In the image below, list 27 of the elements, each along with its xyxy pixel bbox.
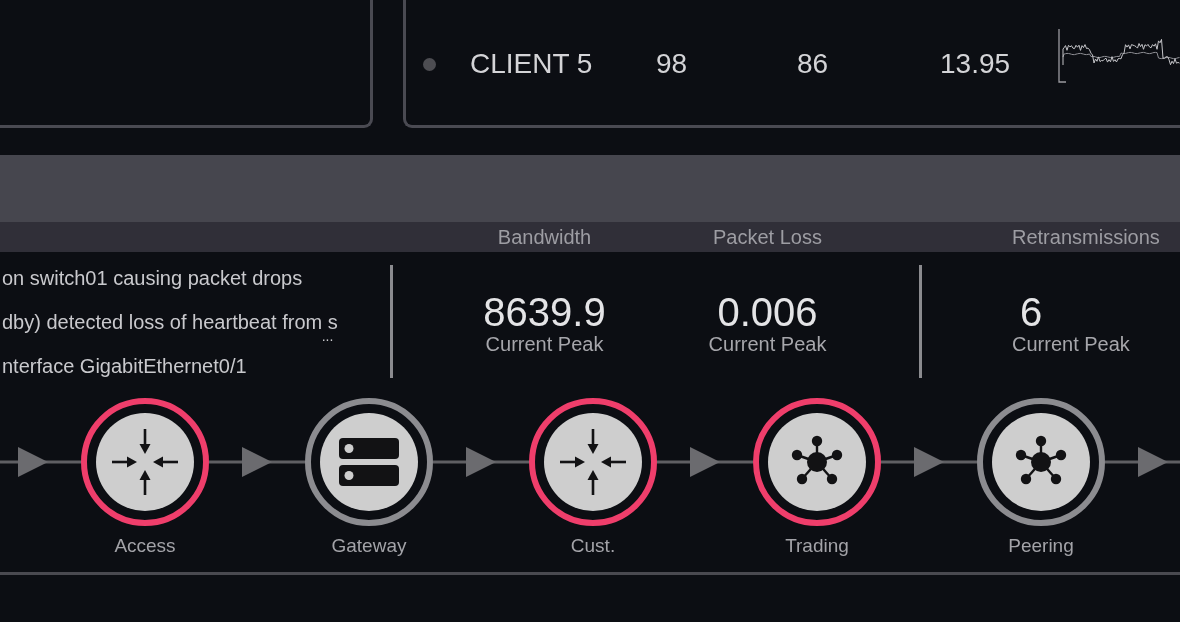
hub-icon [1015,435,1067,485]
client-value: 98 [656,48,689,80]
client-value: 86 [797,48,830,80]
metric-value: 8639.9 [483,291,606,333]
client-name: CLIENT 5 [470,48,594,80]
metric-caption: Current Peak [485,333,604,355]
event-message: nterface GigabitEthernet0/1 [2,355,247,377]
column-heading: Retransmissions [1012,225,1160,250]
node-label: Trading [785,535,849,557]
column-heading: Bandwidth [497,225,592,250]
event-message: dby) detected loss of heartbeat from s [2,311,338,333]
client-value: 13.95 [940,48,1012,80]
hub-icon [791,435,843,485]
metric-caption: Current Peak [708,333,827,355]
more-ellipsis[interactable]: ... [321,332,334,340]
inward-arrows-icon [112,429,178,495]
metric-value: 0.006 [717,291,818,333]
node-label: Gateway [331,535,407,557]
metric-caption: Current Peak [1012,333,1130,355]
inward-arrows-icon [560,429,626,495]
metric-value: 6 [1019,291,1043,333]
column-heading: Packet Loss [713,225,822,250]
node-label: Peering [1008,535,1074,557]
event-message: on switch01 causing packet drops [2,267,303,289]
server-icon [339,438,399,486]
node-label: Access [114,535,176,557]
node-label: Cust. [570,535,616,557]
